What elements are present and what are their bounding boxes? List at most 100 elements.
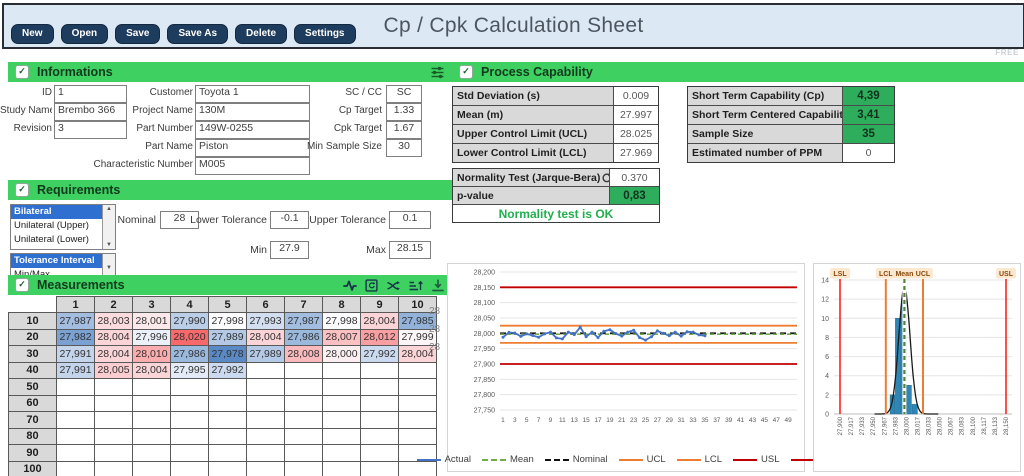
measurement-cell[interactable] <box>209 379 247 396</box>
measurement-cell[interactable] <box>247 428 285 445</box>
chevron-down-icon[interactable]: ▼ <box>106 265 112 271</box>
measurement-cell[interactable] <box>285 428 323 445</box>
listbox-scrollbar[interactable]: ▲▼ <box>102 205 115 249</box>
measurement-cell[interactable]: 28,020 <box>171 329 209 346</box>
measurement-cell[interactable] <box>285 395 323 412</box>
measurement-cell[interactable] <box>171 412 209 429</box>
measurement-cell[interactable]: 28,007 <box>323 329 361 346</box>
measurement-cell[interactable]: 27,995 <box>171 362 209 379</box>
measurement-cell[interactable]: 27,989 <box>209 329 247 346</box>
save-as-button[interactable]: Save As <box>167 24 228 44</box>
measurement-cell[interactable] <box>209 461 247 476</box>
measurement-cell[interactable] <box>57 461 95 476</box>
measurement-cell[interactable]: 28,004 <box>95 329 133 346</box>
measurement-cell[interactable] <box>361 461 399 476</box>
measurement-cell[interactable] <box>57 395 95 412</box>
measurement-cell[interactable] <box>323 461 361 476</box>
sliders-icon[interactable] <box>430 66 445 79</box>
waveform-icon[interactable] <box>343 279 357 292</box>
measurement-cell[interactable] <box>133 445 171 462</box>
measurements-checkbox[interactable]: ✓ <box>15 278 29 292</box>
measurement-cell[interactable]: 28,003 <box>95 313 133 330</box>
measurement-cell[interactable] <box>285 362 323 379</box>
shuffle-icon[interactable] <box>386 279 400 292</box>
measurement-cell[interactable]: 28,004 <box>247 329 285 346</box>
sc-cc-field[interactable]: SC <box>386 85 422 103</box>
listbox-option-tolerance-interval[interactable]: Tolerance Interval <box>11 254 102 268</box>
measurement-cell[interactable]: 28,001 <box>133 313 171 330</box>
measurement-cell[interactable] <box>57 445 95 462</box>
measurement-cell[interactable] <box>285 379 323 396</box>
measurement-cell[interactable] <box>209 445 247 462</box>
measurement-cell[interactable] <box>95 379 133 396</box>
measurement-cell[interactable] <box>95 461 133 476</box>
measurement-cell[interactable] <box>57 428 95 445</box>
measurement-cell[interactable] <box>361 362 399 379</box>
upper-tolerance-field[interactable]: 0.1 <box>389 211 431 229</box>
measurement-cell[interactable] <box>247 379 285 396</box>
measurement-cell[interactable]: 27,989 <box>247 346 285 363</box>
measurement-cell[interactable]: 27,987 <box>57 313 95 330</box>
measurement-cell[interactable] <box>95 428 133 445</box>
measurement-cell[interactable] <box>323 379 361 396</box>
measurement-cell[interactable]: 27,991 <box>57 362 95 379</box>
measurement-cell[interactable]: 27,996 <box>133 329 171 346</box>
measurement-cell[interactable]: 27,992 <box>209 362 247 379</box>
listbox-option-unilateral-lower[interactable]: Unilateral (Lower) <box>11 233 102 247</box>
measurement-cell[interactable] <box>247 461 285 476</box>
measurement-cell[interactable] <box>323 445 361 462</box>
measurement-cell[interactable] <box>399 395 437 412</box>
measurement-cell[interactable] <box>209 428 247 445</box>
measurement-cell[interactable] <box>133 379 171 396</box>
measurement-cell[interactable] <box>57 412 95 429</box>
save-button[interactable]: Save <box>115 24 160 44</box>
measurement-cell[interactable]: 28,004 <box>361 313 399 330</box>
measurement-cell[interactable]: 28,004 <box>95 346 133 363</box>
measurement-cell[interactable] <box>285 412 323 429</box>
characteristic-number-field[interactable]: M005 <box>195 157 310 175</box>
open-button[interactable]: Open <box>61 24 109 44</box>
measurement-cell[interactable] <box>133 428 171 445</box>
refresh-box-icon[interactable] <box>365 279 378 292</box>
cpk-target-field[interactable]: 1.67 <box>386 121 422 139</box>
measurement-cell[interactable] <box>247 445 285 462</box>
process-capability-checkbox[interactable]: ✓ <box>459 65 473 79</box>
measurement-cell[interactable] <box>247 395 285 412</box>
measurement-cell[interactable] <box>133 461 171 476</box>
measurement-cell[interactable]: 28,005 <box>95 362 133 379</box>
measurement-cell[interactable]: 27,992 <box>361 346 399 363</box>
measurement-cell[interactable] <box>323 395 361 412</box>
measurement-cell[interactable] <box>247 362 285 379</box>
measurement-cell[interactable]: 27,986 <box>171 346 209 363</box>
measurement-cell[interactable]: 27,982 <box>57 329 95 346</box>
measurement-cell[interactable] <box>133 412 171 429</box>
measurement-cell[interactable] <box>171 461 209 476</box>
measurement-cell[interactable] <box>323 428 361 445</box>
measurement-cell[interactable]: 27,998 <box>323 313 361 330</box>
measurement-cell[interactable] <box>323 412 361 429</box>
measurement-cell[interactable]: 27,993 <box>247 313 285 330</box>
scroll-down-icon[interactable]: ▼ <box>106 242 112 248</box>
download-icon[interactable] <box>431 279 445 292</box>
measurement-cell[interactable]: 27,990 <box>171 313 209 330</box>
min-sample-size-field[interactable]: 30 <box>386 139 422 157</box>
measurement-cell[interactable] <box>171 395 209 412</box>
measurement-cell[interactable] <box>171 379 209 396</box>
measurement-cell[interactable] <box>361 445 399 462</box>
measurement-cell[interactable] <box>171 428 209 445</box>
delete-button[interactable]: Delete <box>235 24 287 44</box>
measurement-cell[interactable] <box>95 412 133 429</box>
measurement-cell[interactable]: 28,012 <box>361 329 399 346</box>
scroll-up-icon[interactable]: ▲ <box>106 206 112 212</box>
informations-checkbox[interactable]: ✓ <box>15 65 29 79</box>
measurement-cell[interactable]: 27,987 <box>285 313 323 330</box>
measurement-cell[interactable] <box>285 461 323 476</box>
measurement-cell[interactable]: 28,010 <box>133 346 171 363</box>
measurement-cell[interactable] <box>361 395 399 412</box>
measurement-cell[interactable] <box>399 428 437 445</box>
measurement-cell[interactable] <box>57 379 95 396</box>
measurement-cell[interactable]: 27,986 <box>285 329 323 346</box>
measurement-cell[interactable]: 28,008 <box>285 346 323 363</box>
measurement-cell[interactable] <box>247 412 285 429</box>
tolerance-type-listbox[interactable]: BilateralUnilateral (Upper)Unilateral (L… <box>10 204 116 250</box>
